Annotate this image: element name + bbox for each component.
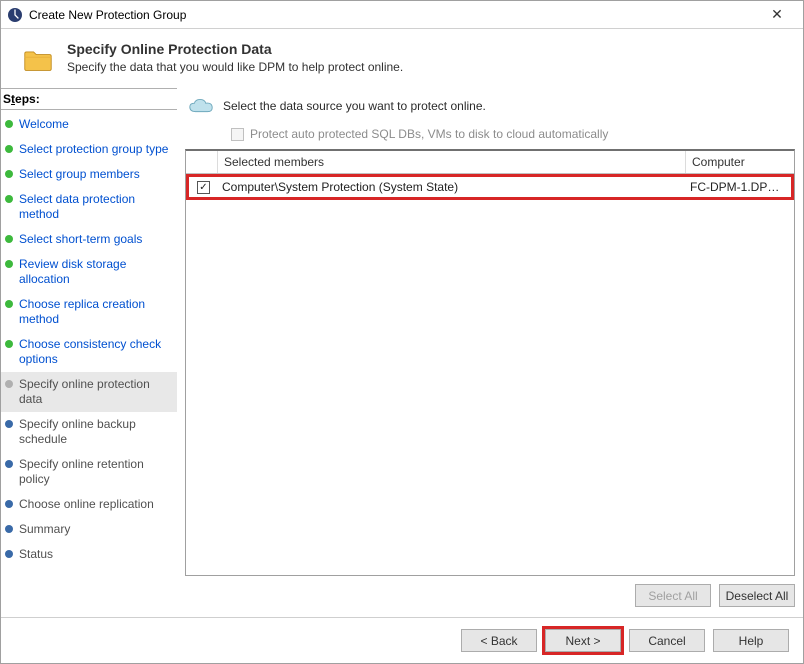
step-bullet-icon xyxy=(5,120,13,128)
step-bullet-icon xyxy=(5,340,13,348)
step-bullet-icon xyxy=(5,500,13,508)
step-item[interactable]: Select short-term goals xyxy=(1,227,177,252)
step-bullet-icon xyxy=(5,195,13,203)
grid-header: Selected members Computer xyxy=(186,151,794,174)
step-list: Welcome Select protection group type Selec… xyxy=(1,112,177,567)
next-button[interactable]: Next > xyxy=(545,629,621,652)
step-label: Select short-term goals xyxy=(19,232,142,247)
step-item: Specify online retention policy xyxy=(1,452,177,492)
step-bullet-icon xyxy=(5,550,13,558)
row-check-cell: ✓ xyxy=(189,178,218,197)
step-item: Status xyxy=(1,542,177,567)
row-computer: FC-DPM-1.DPM... xyxy=(686,177,791,197)
step-label: Select protection group type xyxy=(19,142,168,157)
step-bullet-icon xyxy=(5,300,13,308)
step-item[interactable]: Select group members xyxy=(1,162,177,187)
deselect-all-button[interactable]: Deselect All xyxy=(719,584,795,607)
step-label: Review disk storage allocation xyxy=(19,257,169,287)
step-label: Choose replica creation method xyxy=(19,297,169,327)
wizard-window: Create New Protection Group ✕ Specify On… xyxy=(0,0,804,664)
table-row[interactable]: ✓ Computer\System Protection (System Stat… xyxy=(186,174,794,200)
page-title: Specify Online Protection Data xyxy=(67,41,403,57)
titlebar: Create New Protection Group ✕ xyxy=(1,1,803,29)
selection-buttons: Select All Deselect All xyxy=(185,582,795,617)
members-grid: Selected members Computer ✓ Computer\Syst… xyxy=(185,149,795,576)
steps-heading: Steps: xyxy=(1,89,177,110)
step-item[interactable]: Review disk storage allocation xyxy=(1,252,177,292)
step-item[interactable]: Choose consistency check options xyxy=(1,332,177,372)
steps-heading-suf: eps: xyxy=(15,92,40,106)
step-label: Welcome xyxy=(19,117,69,132)
page-subtitle: Specify the data that you would like DPM… xyxy=(67,60,403,74)
grid-header-check xyxy=(186,151,218,173)
step-item[interactable]: Select data protection method xyxy=(1,187,177,227)
step-label: Specify online protection data xyxy=(19,377,169,407)
step-item[interactable]: Welcome xyxy=(1,112,177,137)
auto-protect-checkbox xyxy=(231,128,244,141)
instruction-text: Select the data source you want to prote… xyxy=(223,99,486,113)
content-area: Steps: Welcome Select protection group ty… xyxy=(1,88,803,617)
folder-icon xyxy=(23,45,53,73)
step-label: Specify online backup schedule xyxy=(19,417,169,447)
app-icon xyxy=(7,7,23,23)
step-bullet-icon xyxy=(5,145,13,153)
select-all-button[interactable]: Select All xyxy=(635,584,711,607)
wizard-header: Specify Online Protection Data Specify t… xyxy=(1,29,803,88)
back-button[interactable]: < Back xyxy=(461,629,537,652)
step-label: Choose consistency check options xyxy=(19,337,169,367)
step-bullet-icon xyxy=(5,420,13,428)
step-item: Summary xyxy=(1,517,177,542)
step-label: Select group members xyxy=(19,167,140,182)
row-checkbox[interactable]: ✓ xyxy=(197,181,210,194)
grid-body: ✓ Computer\System Protection (System Stat… xyxy=(186,174,794,575)
step-label: Specify online retention policy xyxy=(19,457,169,487)
step-bullet-icon xyxy=(5,170,13,178)
step-label: Status xyxy=(19,547,53,562)
step-label: Choose online replication xyxy=(19,497,154,512)
instruction-row: Select the data source you want to prote… xyxy=(185,96,795,116)
step-item[interactable]: Choose replica creation method xyxy=(1,292,177,332)
help-button[interactable]: Help xyxy=(713,629,789,652)
step-bullet-icon xyxy=(5,235,13,243)
grid-header-computer[interactable]: Computer xyxy=(686,151,794,173)
row-member: Computer\System Protection (System State… xyxy=(218,177,686,197)
step-bullet-icon xyxy=(5,460,13,468)
grid-header-members[interactable]: Selected members xyxy=(218,151,686,173)
steps-heading-pref: S xyxy=(3,92,11,106)
step-item: Specify online protection data xyxy=(1,372,177,412)
step-item: Choose online replication xyxy=(1,492,177,517)
auto-protect-row: Protect auto protected SQL DBs, VMs to d… xyxy=(185,124,795,149)
cloud-icon xyxy=(187,96,215,116)
step-bullet-icon xyxy=(5,380,13,388)
cancel-button[interactable]: Cancel xyxy=(629,629,705,652)
step-item: Specify online backup schedule xyxy=(1,412,177,452)
main-panel: Select the data source you want to prote… xyxy=(177,88,803,617)
steps-panel: Steps: Welcome Select protection group ty… xyxy=(1,88,177,617)
window-title: Create New Protection Group xyxy=(29,8,757,22)
step-item[interactable]: Select protection group type xyxy=(1,137,177,162)
step-label: Summary xyxy=(19,522,70,537)
step-bullet-icon xyxy=(5,525,13,533)
step-label: Select data protection method xyxy=(19,192,169,222)
footer-bar: < Back Next > Cancel Help xyxy=(1,617,803,663)
close-button[interactable]: ✕ xyxy=(757,1,797,28)
step-bullet-icon xyxy=(5,260,13,268)
auto-protect-label: Protect auto protected SQL DBs, VMs to d… xyxy=(250,127,608,141)
